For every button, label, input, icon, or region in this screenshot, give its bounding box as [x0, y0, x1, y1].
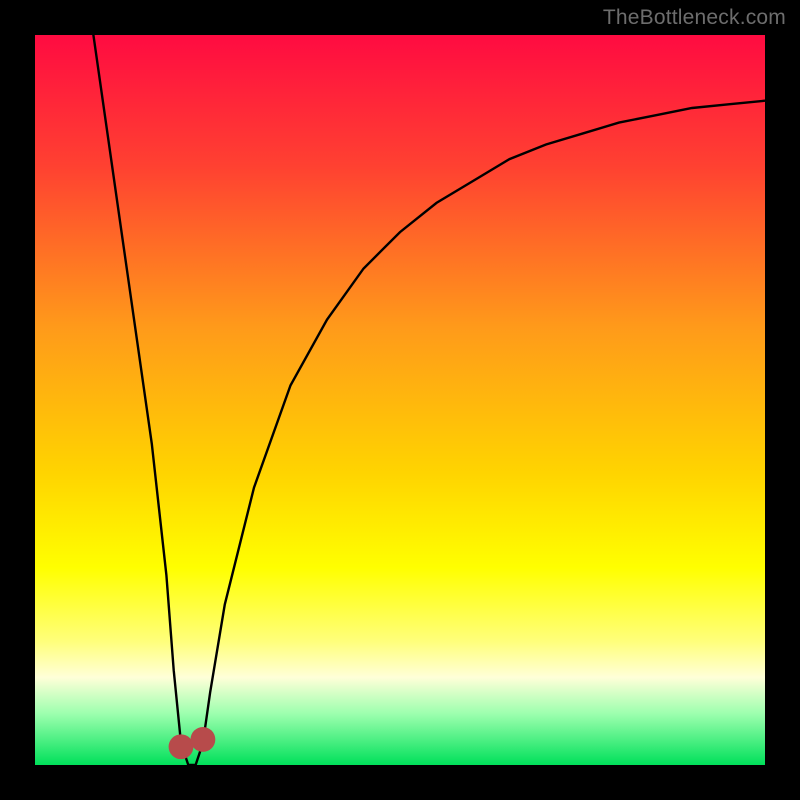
watermark-label: TheBottleneck.com [603, 6, 786, 30]
curve-layer [35, 35, 765, 765]
plot-area [35, 35, 765, 765]
chart-stage: TheBottleneck.com [0, 0, 800, 800]
valley-marker [190, 727, 215, 752]
valley-markers [169, 727, 216, 759]
valley-marker [169, 734, 194, 759]
bottleneck-curve [93, 35, 765, 765]
